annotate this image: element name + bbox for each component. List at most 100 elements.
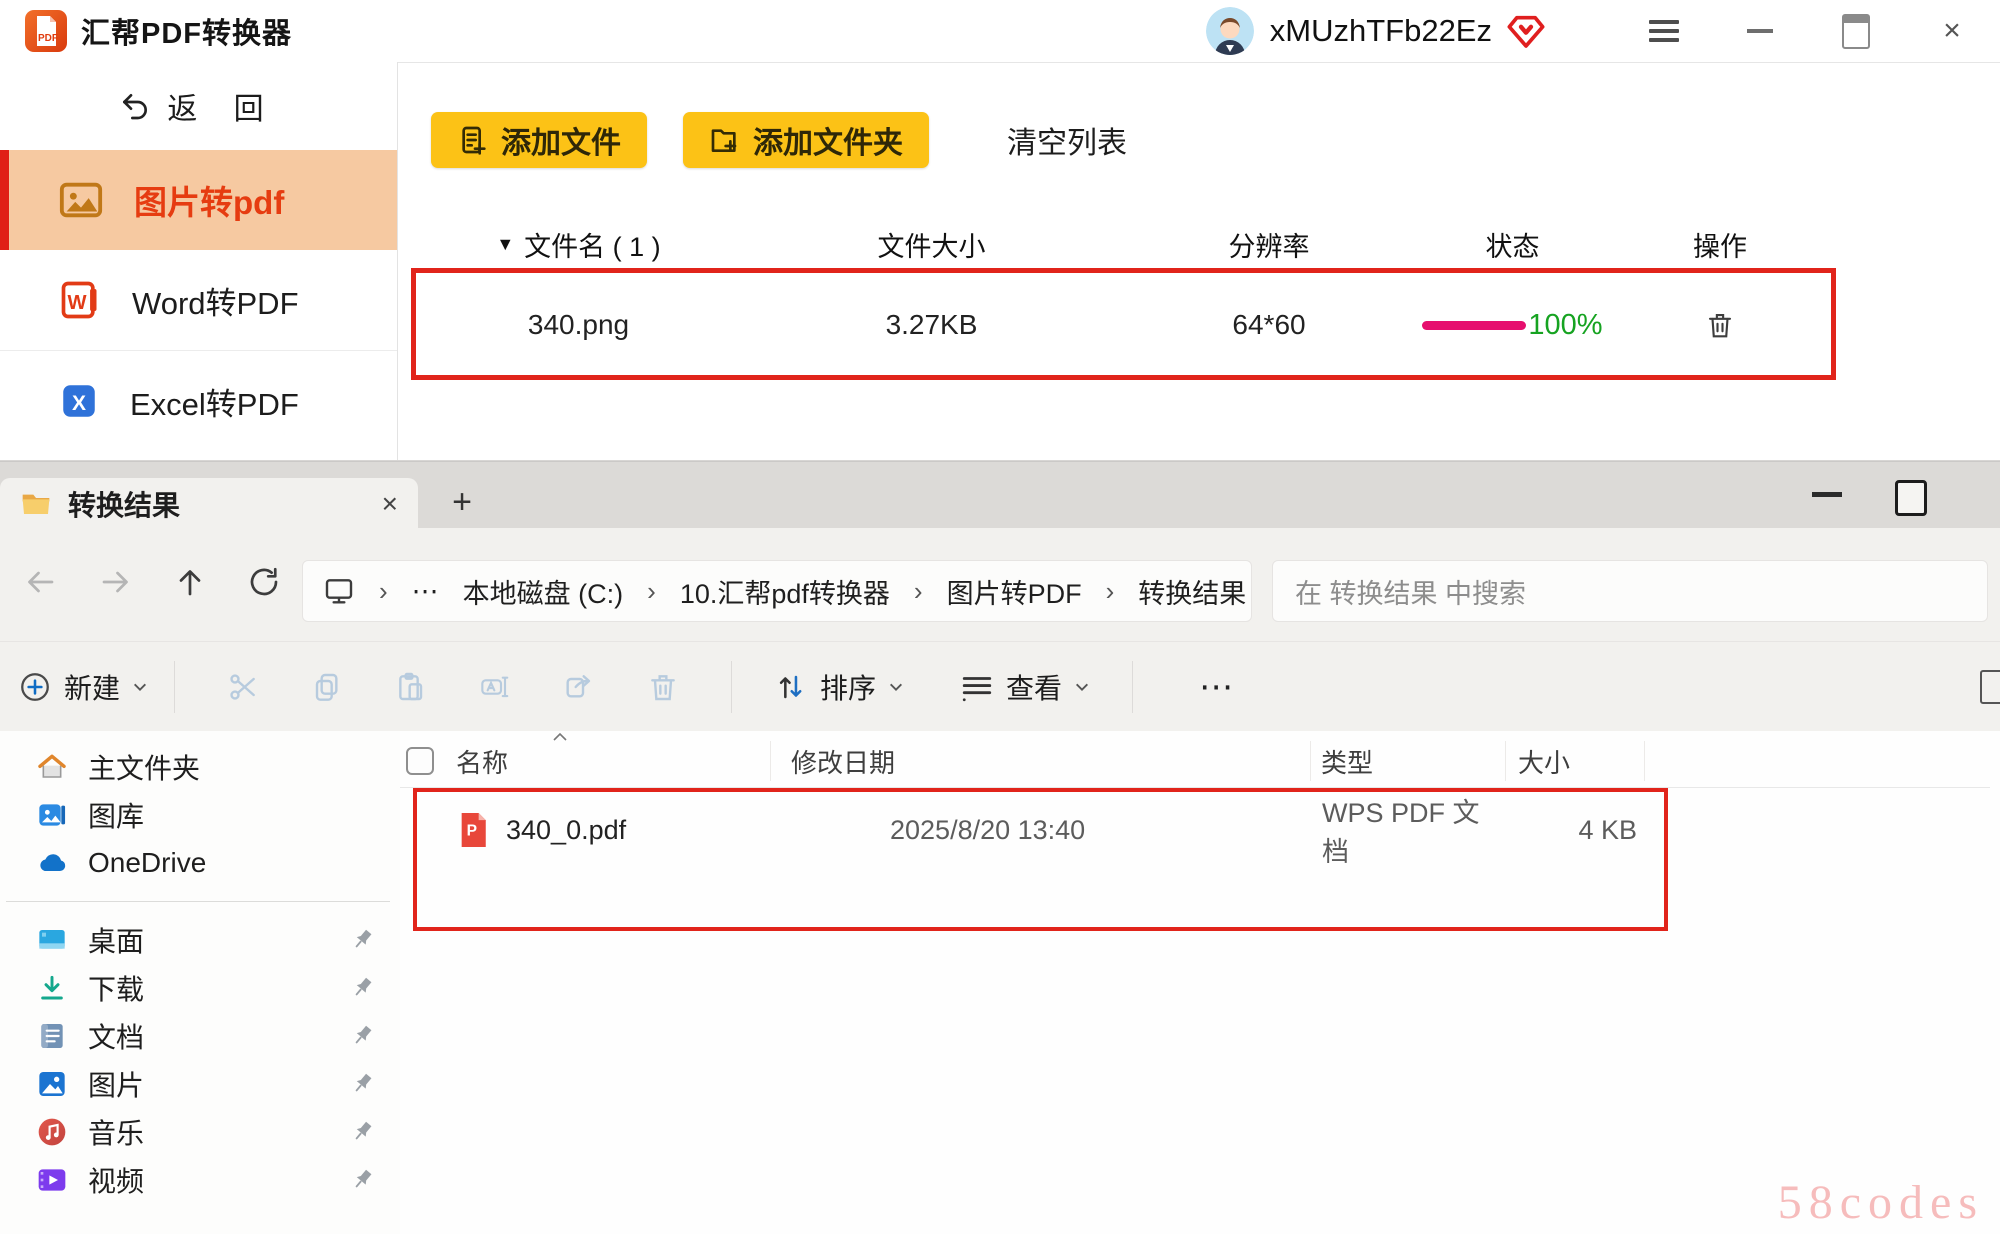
- new-label: 新建: [64, 667, 120, 707]
- add-file-icon: [457, 124, 489, 156]
- sidebar-item-onedrive[interactable]: OneDrive: [0, 839, 400, 887]
- details-pane-button[interactable]: [1980, 670, 2000, 704]
- delete-button: [621, 671, 705, 703]
- table-row[interactable]: 340.png 3.27KB 64*60 100%: [411, 272, 1836, 377]
- add-file-label: 添加文件: [501, 118, 621, 162]
- new-button[interactable]: 新建: [18, 667, 148, 707]
- sidebar-item-label: 图库: [88, 795, 144, 835]
- column-type[interactable]: 类型: [1310, 741, 1505, 781]
- explorer-toolbar: 新建: [0, 641, 2000, 733]
- refresh-icon: [246, 564, 282, 600]
- file-list-header: 名称 修改日期 类型 大小: [400, 735, 1990, 788]
- search-input[interactable]: 在 转换结果 中搜索: [1272, 560, 1988, 622]
- sidebar-item-image-to-pdf[interactable]: 图片转pdf: [0, 150, 397, 250]
- nav-forward-button[interactable]: [98, 564, 134, 600]
- sidebar-item-home[interactable]: 主文件夹: [0, 743, 400, 791]
- chevron-down-icon: [132, 679, 148, 695]
- sidebar-item-label: 下载: [88, 968, 144, 1008]
- app-logo-icon: PDF: [25, 10, 67, 52]
- column-status[interactable]: 状态: [1421, 225, 1604, 264]
- add-folder-button[interactable]: 添加文件夹: [683, 112, 929, 168]
- add-file-button[interactable]: 添加文件: [431, 112, 647, 168]
- divider: [174, 661, 175, 713]
- row-filesize: 3.27KB: [746, 309, 1117, 341]
- explorer-minimize-button[interactable]: [1812, 492, 1842, 497]
- file-explorer-window: 转换结果 × +: [0, 461, 2000, 1234]
- sidebar-item-music[interactable]: 音乐: [0, 1108, 400, 1156]
- row-status: 100%: [1421, 309, 1604, 342]
- file-type: WPS PDF 文档: [1310, 791, 1505, 869]
- sort-button[interactable]: 排序: [774, 667, 904, 707]
- trash-icon: [647, 671, 679, 703]
- more-options-button[interactable]: ⋯: [1199, 667, 1236, 707]
- column-date-modified[interactable]: 修改日期: [770, 741, 1310, 781]
- file-row[interactable]: P 340_0.pdf 2025/8/20 13:40 WPS PDF 文档 4…: [400, 791, 1990, 861]
- file-name: 340_0.pdf: [506, 815, 626, 846]
- breadcrumb-item-app-folder[interactable]: 10.汇帮pdf转换器: [680, 572, 890, 611]
- sidebar-item-label: 音乐: [88, 1112, 144, 1152]
- clear-list-button[interactable]: 清空列表: [1007, 118, 1127, 162]
- user-avatar[interactable]: [1206, 7, 1254, 55]
- this-pc-icon[interactable]: [323, 575, 355, 607]
- view-lines-icon: [960, 670, 994, 704]
- app-title: 汇帮PDF转换器: [81, 10, 292, 52]
- vip-badge-icon[interactable]: [1506, 11, 1546, 51]
- nav-up-button[interactable]: [172, 564, 208, 600]
- sidebar-item-word-to-pdf[interactable]: W Word转PDF: [0, 250, 397, 351]
- divider: [731, 661, 732, 713]
- sidebar-item-excel-to-pdf[interactable]: X Excel转PDF: [0, 351, 397, 451]
- sidebar-item-downloads[interactable]: 下载: [0, 964, 400, 1012]
- sidebar-item-desktop[interactable]: 桌面: [0, 916, 400, 964]
- minimize-button[interactable]: [1712, 0, 1808, 62]
- sidebar-item-gallery[interactable]: 图库: [0, 791, 400, 839]
- column-filename[interactable]: ▼ 文件名 ( 1 ): [411, 225, 746, 264]
- address-bar[interactable]: › ⋯ 本地磁盘 (C:) › 10.汇帮pdf转换器 › 图片转PDF › 转…: [302, 560, 1252, 622]
- sidebar-item-pictures[interactable]: 图片: [0, 1060, 400, 1108]
- home-icon: [36, 751, 68, 783]
- pin-icon: [348, 974, 376, 1002]
- sidebar-item-label: 文档: [88, 1016, 144, 1056]
- column-name[interactable]: 名称: [400, 743, 770, 780]
- file-table-header: ▼ 文件名 ( 1 ) 文件大小 分辨率 状态 操作: [411, 220, 1836, 268]
- column-size[interactable]: 大小: [1505, 741, 1645, 781]
- sort-arrows-icon: [774, 670, 808, 704]
- svg-text:W: W: [68, 292, 87, 314]
- rename-button: [453, 671, 537, 703]
- sidebar-item-videos[interactable]: 视频: [0, 1156, 400, 1204]
- column-resolution[interactable]: 分辨率: [1117, 225, 1421, 264]
- view-button[interactable]: 查看: [960, 667, 1090, 707]
- rename-icon: [479, 671, 511, 703]
- nav-back-button[interactable]: [22, 564, 58, 600]
- divider: [1132, 661, 1133, 713]
- maximize-button[interactable]: [1808, 0, 1904, 62]
- word-icon: W: [58, 278, 102, 322]
- column-action[interactable]: 操作: [1604, 225, 1836, 264]
- sidebar-item-label: 主文件夹: [88, 747, 200, 787]
- back-button[interactable]: 返 回: [0, 62, 397, 150]
- tab-close-icon[interactable]: ×: [382, 488, 398, 520]
- file-size: 4 KB: [1505, 815, 1645, 846]
- breadcrumb-item-image-to-pdf[interactable]: 图片转PDF: [947, 572, 1082, 611]
- sidebar-item-documents[interactable]: 文档: [0, 1012, 400, 1060]
- breadcrumb-item-drive[interactable]: 本地磁盘 (C:): [463, 572, 623, 611]
- progress-bar: [1422, 321, 1526, 330]
- breadcrumb-overflow[interactable]: ⋯: [412, 576, 439, 607]
- chevron-right-icon: ›: [1106, 576, 1115, 607]
- desktop-icon: [36, 924, 68, 956]
- nav-refresh-button[interactable]: [246, 564, 282, 600]
- explorer-maximize-button[interactable]: [1895, 480, 1927, 516]
- select-all-checkbox[interactable]: [406, 747, 434, 775]
- row-resolution: 64*60: [1117, 309, 1421, 341]
- sidebar-item-label: 图片转pdf: [134, 176, 284, 224]
- new-tab-button[interactable]: +: [440, 480, 484, 524]
- close-button[interactable]: ×: [1904, 0, 2000, 62]
- chevron-down-icon: [1074, 679, 1090, 695]
- copy-button: [285, 671, 369, 703]
- delete-row-button[interactable]: [1705, 310, 1735, 340]
- sort-label: 排序: [820, 667, 876, 707]
- tab-conversion-results[interactable]: 转换结果 ×: [0, 478, 418, 529]
- breadcrumb-item-results[interactable]: 转换结果: [1138, 572, 1246, 611]
- column-filesize[interactable]: 文件大小: [746, 225, 1117, 264]
- menu-button[interactable]: [1616, 0, 1712, 62]
- gallery-icon: [36, 799, 68, 831]
